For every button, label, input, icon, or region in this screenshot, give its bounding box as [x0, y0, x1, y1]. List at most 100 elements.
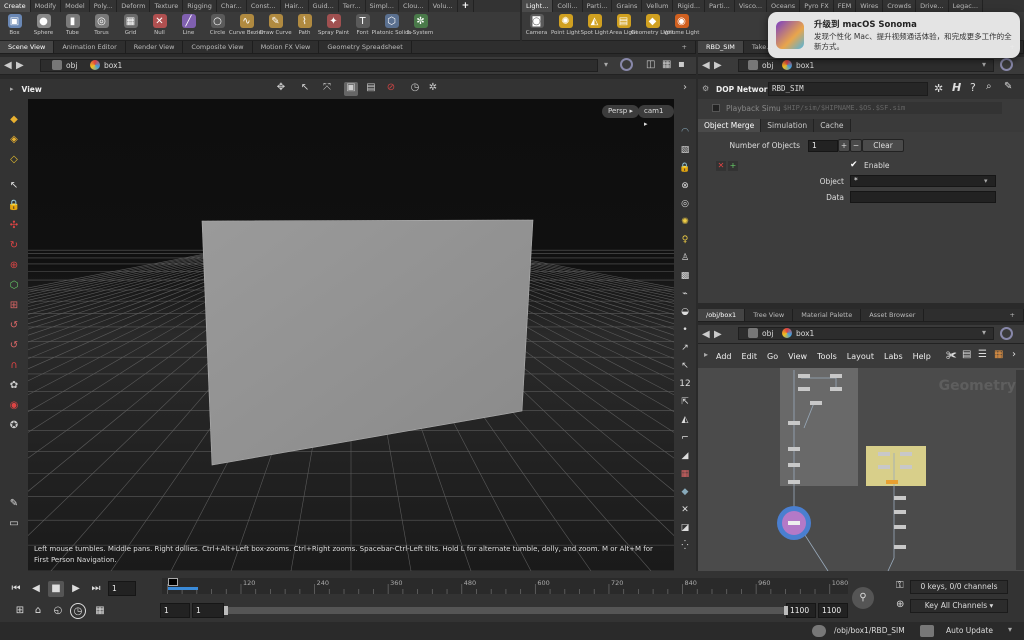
- net-menu-go[interactable]: Go: [767, 352, 778, 361]
- net-color-palette-icon[interactable]: ▦: [994, 349, 1003, 360]
- layout-icon[interactable]: ▦: [662, 59, 671, 70]
- checker-icon[interactable]: ▦: [677, 466, 693, 482]
- audio-scrub-icon[interactable]: ⚲: [852, 587, 874, 609]
- range-end-field[interactable]: 1100: [786, 603, 816, 618]
- shelf-tool-line[interactable]: ╱ Line: [174, 12, 203, 40]
- net-menu-add[interactable]: Add: [716, 352, 732, 361]
- param-tab-object-merge[interactable]: Object Merge: [698, 119, 762, 132]
- node-gear-icon[interactable]: ✲: [934, 82, 943, 95]
- remove-instance-icon[interactable]: ✕: [716, 161, 726, 171]
- shelf-tool-spray-paint[interactable]: ✦ Spray Paint: [318, 12, 349, 40]
- gem-icon[interactable]: ◆: [677, 484, 693, 500]
- persp-menu-button[interactable]: Persp ▸: [602, 105, 639, 118]
- scale-tool-icon[interactable]: ⊕: [5, 257, 23, 275]
- param-back-arrow-icon[interactable]: ◀: [702, 60, 714, 71]
- lasso-select-icon[interactable]: ◇: [5, 151, 23, 169]
- shelf-tab-right-12[interactable]: Crowds: [883, 0, 917, 12]
- snap-primitive-icon[interactable]: ↺: [5, 317, 23, 335]
- 3d-viewport[interactable]: Persp ▸ cam1 ▸ Left mouse tumbles. Middl…: [28, 99, 674, 571]
- shelf-tool-sphere[interactable]: ● Sphere: [29, 12, 58, 40]
- network-pane-tab-0[interactable]: /obj/box1: [698, 309, 746, 321]
- question-icon[interactable]: ?: [970, 81, 976, 94]
- key-all-icon[interactable]: ⊕: [896, 599, 904, 610]
- scene-pane-tab-1[interactable]: Animation Editor: [54, 41, 126, 53]
- param-pane-tab-0[interactable]: RBD_SIM: [698, 41, 744, 53]
- uv-pin-icon[interactable]: ◭: [677, 412, 693, 428]
- wireframe-icon[interactable]: ▧: [677, 142, 693, 158]
- shelf-tab-left-4[interactable]: Deform: [117, 0, 151, 12]
- gear-icon[interactable]: ✲: [426, 82, 440, 96]
- shelf-tab-left-8[interactable]: Const...: [247, 0, 281, 12]
- clock-icon[interactable]: ◷: [70, 603, 86, 619]
- viewport-collapse-icon[interactable]: ▸: [10, 85, 14, 93]
- current-frame-marker[interactable]: [168, 578, 198, 594]
- lock-camera-icon[interactable]: 🔒: [677, 160, 693, 176]
- scene-pane-tab-add-icon[interactable]: +: [674, 41, 696, 53]
- step-back-icon[interactable]: ◀: [28, 581, 44, 597]
- range-start-field[interactable]: 1: [160, 603, 190, 618]
- param-path-segment-obj[interactable]: obj: [748, 60, 773, 70]
- shelf-tab-left-12[interactable]: Simpl...: [366, 0, 399, 12]
- param-path-segment-box1[interactable]: box1: [782, 60, 814, 70]
- help-h-icon[interactable]: H: [952, 81, 961, 94]
- point-number-icon[interactable]: 12: [677, 376, 693, 392]
- shadow-icon[interactable]: ◒: [677, 304, 693, 320]
- transform-icon[interactable]: ⤧: [320, 82, 334, 96]
- uv-display-icon[interactable]: ⇱: [677, 394, 693, 410]
- increment-button[interactable]: +: [838, 139, 850, 152]
- magnet-icon[interactable]: ∩: [5, 357, 23, 375]
- shelf-tab-right-13[interactable]: Drive...: [916, 0, 949, 12]
- select-arrow-icon[interactable]: ↖: [298, 82, 312, 96]
- node-name-field[interactable]: RBD_SIM: [768, 82, 928, 96]
- key-tools-icon[interactable]: ▦: [92, 603, 108, 619]
- border-display-icon[interactable]: ⌐: [677, 430, 693, 446]
- scene-pane-tab-0[interactable]: Scene View: [0, 41, 55, 53]
- param-edit-icon[interactable]: ✎: [1004, 81, 1012, 92]
- net-path-segment-obj[interactable]: obj: [748, 328, 773, 338]
- scene-pane-tab-4[interactable]: Motion FX View: [253, 41, 320, 53]
- hide-icon[interactable]: ◎: [677, 196, 693, 212]
- shelf-tool-box[interactable]: ▣ Box: [0, 12, 29, 40]
- shelf-tab-left-add-icon[interactable]: +: [458, 0, 475, 12]
- back-arrow-icon[interactable]: ◀: [4, 60, 16, 71]
- shelf-tool-path[interactable]: ⌇ Path: [290, 12, 319, 40]
- shelf-tab-left-7[interactable]: Char...: [217, 0, 247, 12]
- snap-grid-icon[interactable]: ⊞: [5, 297, 23, 315]
- no-entry-icon[interactable]: ⊘: [384, 82, 398, 96]
- net-forward-arrow-icon[interactable]: ▶: [714, 329, 726, 340]
- network-editor[interactable]: Geometry: [698, 368, 1024, 571]
- forward-arrow-icon[interactable]: ▶: [16, 60, 28, 71]
- scope-icon[interactable]: ⌂: [30, 603, 46, 619]
- paint-select-icon[interactable]: ◈: [5, 131, 23, 149]
- shelf-tab-right-14[interactable]: Legac...: [949, 0, 984, 12]
- shelf-tool-spot-light[interactable]: ◭ Spot Light: [580, 12, 609, 40]
- net-path-dropdown-icon[interactable]: ▾: [982, 328, 986, 337]
- object-field[interactable]: *: [850, 175, 996, 187]
- handle-tool-icon[interactable]: ⬡: [5, 277, 23, 295]
- lock-icon[interactable]: 🔒: [5, 197, 23, 215]
- net-back-arrow-icon[interactable]: ◀: [702, 329, 714, 340]
- shelf-tab-right-2[interactable]: Parti...: [583, 0, 613, 12]
- add-instance-icon[interactable]: +: [728, 161, 738, 171]
- playback-checkbox[interactable]: [712, 104, 720, 112]
- shelf-tab-right-5[interactable]: Rigid...: [673, 0, 706, 12]
- keys-icon[interactable]: ⚿: [896, 580, 904, 591]
- shelf-tab-left-1[interactable]: Modify: [31, 0, 62, 12]
- network-pane-tab-3[interactable]: Asset Browser: [861, 309, 925, 321]
- hotkey-icon[interactable]: ▭: [5, 515, 23, 533]
- shelf-tool-tube[interactable]: ▮ Tube: [58, 12, 87, 40]
- playback-range-slider[interactable]: [224, 606, 788, 615]
- net-pin-icon[interactable]: [1000, 327, 1013, 340]
- network-pane-tab-add-icon[interactable]: +: [1002, 309, 1024, 321]
- shelf-tool-volume-light[interactable]: ◉ Volume Light: [664, 12, 699, 40]
- shelf-tool-null[interactable]: ✕ Null: [145, 12, 174, 40]
- normals-icon[interactable]: ⌁: [677, 286, 693, 302]
- num-objects-field[interactable]: 1: [808, 140, 838, 152]
- select-tool-icon[interactable]: ◆: [5, 111, 23, 129]
- param-tab-simulation[interactable]: Simulation: [761, 119, 815, 132]
- viewport-menu-icon[interactable]: ›: [678, 82, 692, 96]
- shelf-tab-left-10[interactable]: Guid...: [309, 0, 339, 12]
- net-menu-layout[interactable]: Layout: [847, 352, 874, 361]
- shelf-tab-right-3[interactable]: Grains: [612, 0, 643, 12]
- chat-bubble-icon[interactable]: [812, 625, 826, 637]
